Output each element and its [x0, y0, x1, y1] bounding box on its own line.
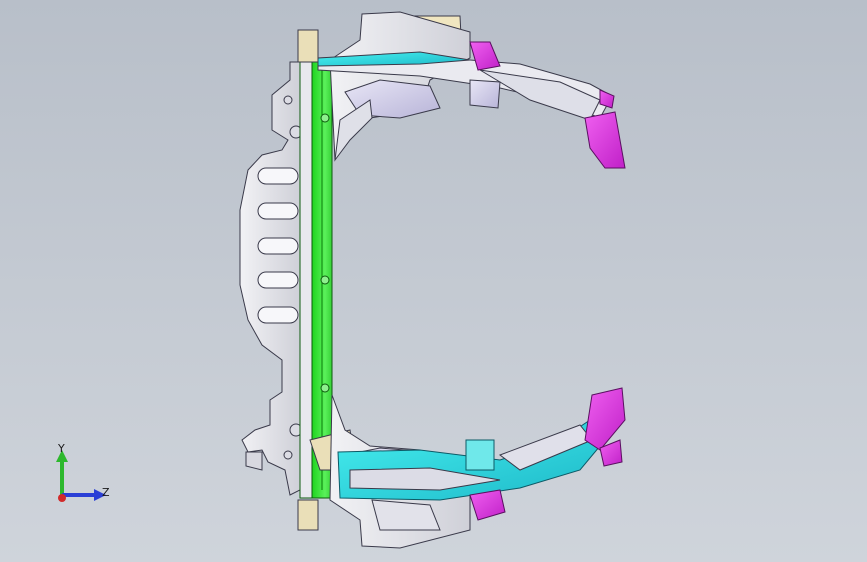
z-axis-label: Z — [102, 486, 110, 499]
lower-rail[interactable] — [337, 419, 606, 501]
graphics-viewport[interactable]: Y Z — [0, 0, 867, 562]
y-axis-label: Y — [58, 442, 65, 455]
3d-model-view[interactable] — [0, 0, 867, 562]
upper-wheelhouse[interactable] — [329, 11, 471, 162]
front-panel[interactable] — [239, 61, 303, 496]
x-axis-dot — [58, 494, 66, 502]
